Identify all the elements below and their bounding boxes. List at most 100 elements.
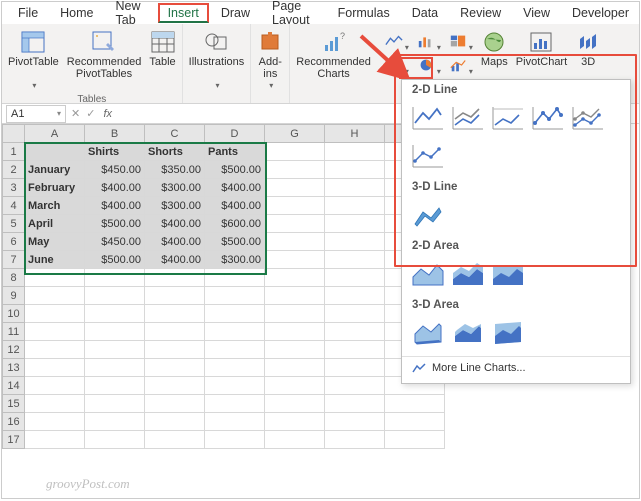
cell[interactable] (205, 341, 265, 359)
cell[interactable] (85, 287, 145, 305)
cell[interactable]: $400.00 (205, 197, 265, 215)
cell[interactable]: Shorts (145, 143, 205, 161)
col-header[interactable]: C (145, 125, 205, 143)
cell[interactable] (85, 395, 145, 413)
cell[interactable] (25, 413, 85, 431)
cell[interactable] (205, 413, 265, 431)
3d-stacked-area-option[interactable] (450, 316, 486, 350)
cell[interactable] (265, 143, 325, 161)
illustrations-button[interactable]: Illustrations (185, 28, 249, 93)
cell[interactable] (265, 341, 325, 359)
cell[interactable] (265, 413, 325, 431)
cell[interactable]: June (25, 251, 85, 269)
table-button[interactable]: Table (145, 28, 179, 82)
row-header[interactable]: 7 (3, 251, 25, 269)
row-header[interactable]: 3 (3, 179, 25, 197)
cell[interactable] (265, 377, 325, 395)
tab-insert[interactable]: Insert (158, 3, 209, 23)
cell[interactable] (265, 287, 325, 305)
cell[interactable] (145, 323, 205, 341)
enter-icon[interactable]: ✓ (86, 107, 95, 120)
name-box[interactable]: A1 (6, 105, 66, 123)
tab-view[interactable]: View (513, 3, 560, 23)
cell[interactable] (25, 395, 85, 413)
line-markers-option[interactable] (530, 101, 566, 135)
cell[interactable] (25, 341, 85, 359)
cell[interactable] (85, 269, 145, 287)
cell[interactable] (205, 395, 265, 413)
combo-chart-button[interactable] (443, 54, 473, 76)
cell[interactable] (145, 305, 205, 323)
cell[interactable] (325, 323, 385, 341)
cell[interactable]: $400.00 (145, 233, 205, 251)
cell[interactable] (265, 215, 325, 233)
cell[interactable]: $500.00 (85, 215, 145, 233)
col-header[interactable]: B (85, 125, 145, 143)
cell[interactable]: January (25, 161, 85, 179)
cell[interactable] (25, 431, 85, 449)
cell[interactable] (325, 431, 385, 449)
cell[interactable] (145, 359, 205, 377)
cell[interactable] (85, 305, 145, 323)
cell[interactable] (325, 287, 385, 305)
row-header[interactable]: 5 (3, 215, 25, 233)
cell[interactable]: $500.00 (205, 233, 265, 251)
cell[interactable] (325, 143, 385, 161)
cell[interactable] (205, 305, 265, 323)
area-option[interactable] (410, 257, 446, 291)
cell[interactable]: Pants (205, 143, 265, 161)
pivot-table-button[interactable]: PivotTable (4, 28, 63, 93)
cell[interactable] (325, 179, 385, 197)
row-header[interactable]: 16 (3, 413, 25, 431)
cell[interactable] (145, 269, 205, 287)
cell[interactable] (265, 161, 325, 179)
row-header[interactable]: 12 (3, 341, 25, 359)
row-header[interactable]: 13 (3, 359, 25, 377)
tab-data[interactable]: Data (402, 3, 448, 23)
cell[interactable]: $400.00 (145, 251, 205, 269)
cell[interactable]: Shirts (85, 143, 145, 161)
cell[interactable] (265, 305, 325, 323)
row-header[interactable]: 9 (3, 287, 25, 305)
tab-home[interactable]: Home (50, 3, 103, 23)
cell[interactable]: $450.00 (85, 233, 145, 251)
cell[interactable] (265, 395, 325, 413)
cell[interactable]: March (25, 197, 85, 215)
row-header[interactable]: 15 (3, 395, 25, 413)
tab-draw[interactable]: Draw (211, 3, 260, 23)
cell[interactable] (265, 197, 325, 215)
cell[interactable] (325, 215, 385, 233)
cell[interactable] (25, 323, 85, 341)
cell[interactable] (205, 431, 265, 449)
cell[interactable]: $400.00 (205, 179, 265, 197)
row-header[interactable]: 10 (3, 305, 25, 323)
cell[interactable] (205, 377, 265, 395)
tab-review[interactable]: Review (450, 3, 511, 23)
cell[interactable] (25, 269, 85, 287)
cell[interactable] (325, 341, 385, 359)
cell[interactable] (25, 305, 85, 323)
cell[interactable] (205, 359, 265, 377)
cell[interactable] (145, 287, 205, 305)
stacked-line-markers-option[interactable] (570, 101, 606, 135)
cell[interactable]: $500.00 (205, 161, 265, 179)
col-header[interactable]: A (25, 125, 85, 143)
cell[interactable] (85, 359, 145, 377)
cell[interactable] (265, 179, 325, 197)
cell[interactable] (85, 341, 145, 359)
cell[interactable] (265, 269, 325, 287)
cell[interactable]: $300.00 (145, 179, 205, 197)
cancel-icon[interactable]: ✕ (71, 107, 80, 120)
cell[interactable]: $450.00 (85, 161, 145, 179)
stacked-area-option[interactable] (450, 257, 486, 291)
row-header[interactable]: 4 (3, 197, 25, 215)
cell[interactable]: $300.00 (205, 251, 265, 269)
cell[interactable] (325, 233, 385, 251)
cell[interactable] (265, 359, 325, 377)
cell[interactable] (325, 161, 385, 179)
cell[interactable] (325, 377, 385, 395)
select-all-corner[interactable] (3, 125, 25, 143)
cell[interactable]: May (25, 233, 85, 251)
cell[interactable] (325, 413, 385, 431)
cell[interactable] (145, 431, 205, 449)
